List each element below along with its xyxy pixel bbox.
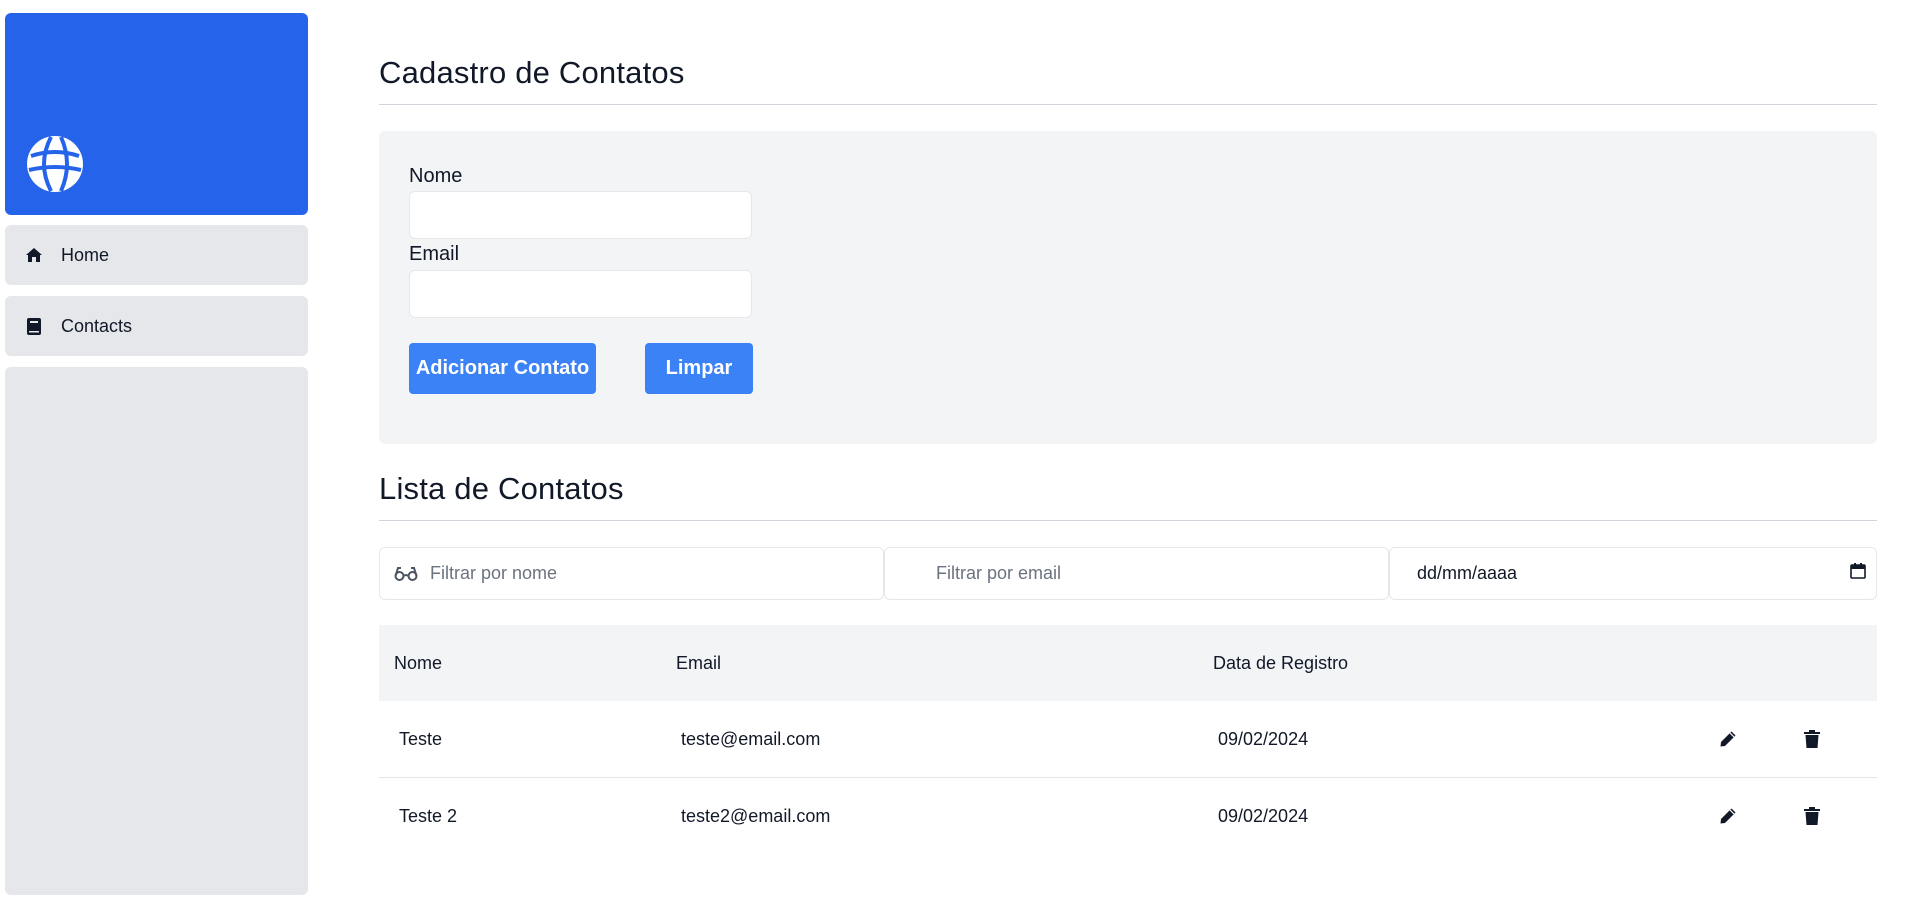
email-input[interactable]	[409, 270, 752, 318]
address-book-icon	[25, 317, 43, 335]
name-filter-input[interactable]	[430, 563, 830, 584]
contact-form: Nome Email Adicionar Contato Limpar	[379, 131, 1877, 444]
name-input[interactable]	[409, 191, 752, 239]
column-header-nome: Nome	[394, 653, 443, 673]
calendar-icon[interactable]	[1850, 563, 1866, 584]
name-label: Nome	[409, 165, 463, 187]
form-title: Cadastro de Contatos	[379, 55, 685, 90]
add-contact-button[interactable]: Adicionar Contato	[409, 343, 596, 394]
date-filter-value: dd/mm/aaaa	[1417, 563, 1518, 583]
trash-icon[interactable]	[1801, 805, 1823, 827]
sidebar-item-home[interactable]: Home	[5, 225, 308, 285]
table-row: Teste teste@email.com 09/02/2024	[379, 701, 1877, 778]
date-filter[interactable]: dd/mm/aaaa	[1389, 547, 1877, 600]
divider	[379, 520, 1877, 521]
cell-data: 09/02/2024	[1218, 806, 1309, 826]
name-filter	[379, 547, 884, 600]
table-header: Nome Email Data de Registro	[379, 625, 1877, 701]
email-filter	[884, 547, 1389, 600]
email-filter-input[interactable]	[936, 563, 1336, 584]
table-row: Teste 2 teste2@email.com 09/02/2024	[379, 778, 1877, 855]
pencil-icon[interactable]	[1717, 728, 1739, 750]
trash-icon[interactable]	[1801, 728, 1823, 750]
cell-data: 09/02/2024	[1218, 729, 1309, 749]
sidebar-item-label: Contacts	[61, 315, 133, 336]
home-icon	[25, 246, 43, 264]
divider	[379, 104, 1877, 105]
clear-button[interactable]: Limpar	[645, 343, 753, 394]
cell-nome: Teste 2	[399, 806, 458, 826]
globe-icon	[27, 136, 83, 192]
column-header-email: Email	[676, 653, 722, 673]
sidebar-empty-panel	[5, 367, 308, 895]
pencil-icon[interactable]	[1717, 805, 1739, 827]
glasses-icon	[394, 566, 418, 582]
sidebar: Home Contacts	[5, 13, 308, 895]
email-label: Email	[409, 243, 460, 265]
sidebar-item-contacts[interactable]: Contacts	[5, 296, 308, 356]
cell-email: teste@email.com	[681, 729, 821, 749]
sidebar-item-label: Home	[61, 244, 110, 265]
cell-email: teste2@email.com	[681, 806, 831, 826]
list-title: Lista de Contatos	[379, 471, 624, 506]
cell-nome: Teste	[399, 729, 443, 749]
brand-panel	[5, 13, 308, 215]
column-header-data: Data de Registro	[1213, 653, 1349, 673]
